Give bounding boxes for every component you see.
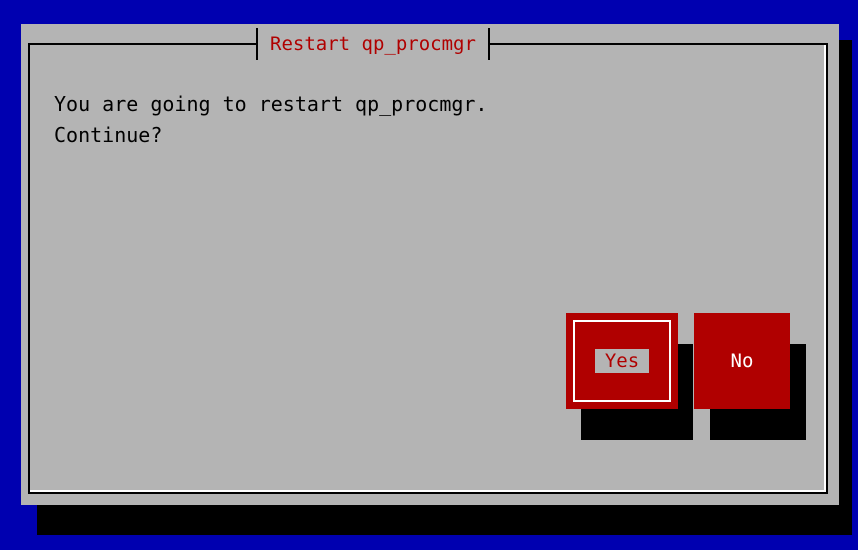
restart-dialog: Restart qp_procmgr You are going to rest… [21, 24, 839, 505]
yes-button-label: Yes [594, 349, 650, 373]
message-line-1: You are going to restart qp_procmgr. [54, 92, 488, 116]
no-button-label: No [730, 350, 754, 372]
dialog-shadow [37, 505, 852, 535]
dialog-message: You are going to restart qp_procmgr. Con… [54, 89, 487, 151]
dialog-shadow-right [838, 40, 852, 535]
dialog-title-box: Restart qp_procmgr [256, 28, 490, 60]
no-button[interactable]: No [694, 313, 790, 409]
dialog-title: Restart qp_procmgr [270, 33, 476, 55]
yes-button[interactable]: Yes [566, 313, 678, 409]
message-line-2: Continue? [54, 123, 163, 147]
